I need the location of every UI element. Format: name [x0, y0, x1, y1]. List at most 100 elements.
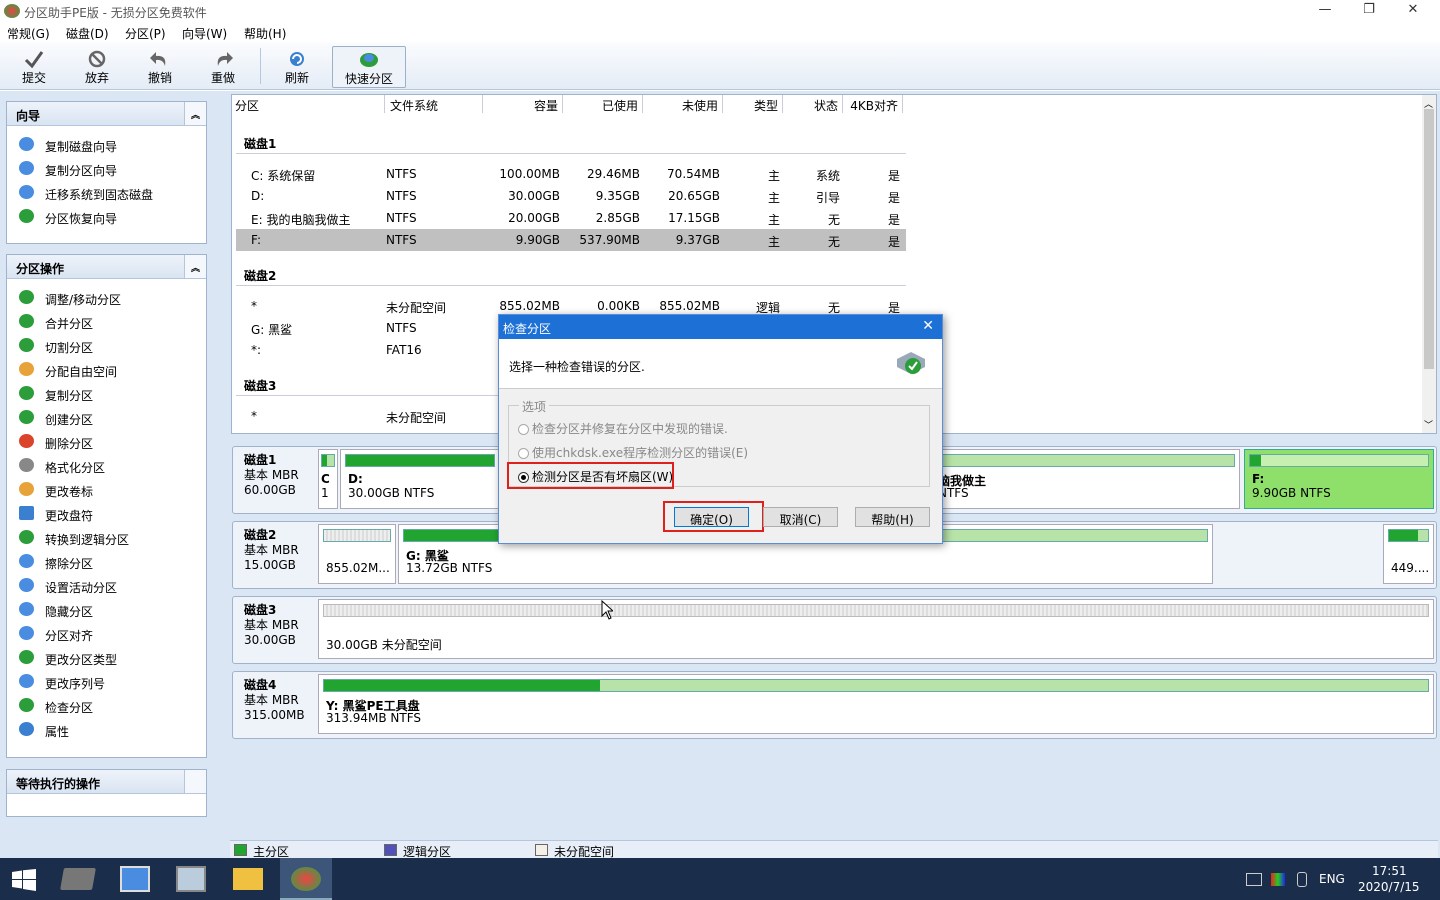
commit-button[interactable]: 提交	[6, 46, 62, 88]
col-header[interactable]: 状态	[783, 95, 843, 113]
merge-icon	[19, 314, 34, 328]
cell: NTFS	[386, 189, 417, 203]
computer-icon[interactable]	[120, 866, 150, 892]
redo-button[interactable]: 重做	[195, 46, 251, 88]
col-header[interactable]: 类型	[723, 95, 783, 113]
partition-label: F:	[1252, 472, 1265, 486]
dialog-close-icon[interactable]: ✕	[922, 318, 934, 334]
option-label: 使用chkdsk.exe程序检测分区的错误(E)	[532, 446, 749, 460]
window-title: 分区助手PE版 - 无损分区免费软件	[24, 6, 207, 20]
cell: 是	[887, 235, 900, 249]
quick-partition-icon	[360, 53, 378, 67]
quick-partition-button[interactable]: 快速分区	[332, 46, 406, 88]
cell: 无	[827, 235, 840, 249]
info-icon	[19, 722, 34, 736]
discard-button[interactable]: 放弃	[69, 46, 125, 88]
partition-block[interactable]: D: 30.00GB NTFS	[340, 449, 500, 509]
collapse-icon[interactable]	[184, 770, 206, 793]
keyboard-icon[interactable]	[176, 866, 206, 892]
op-serial[interactable]: 更改序列号	[7, 669, 206, 693]
windows-start-icon[interactable]	[12, 869, 36, 891]
help-button[interactable]: 帮助(H)	[855, 507, 930, 527]
table-row[interactable]: E: 我的电脑我做主 NTFS 20.00GB 2.85GB 17.15GB 主 无 是	[236, 207, 906, 229]
cancel-button[interactable]: 取消(C)	[763, 507, 838, 527]
partition-block[interactable]: 脑我做主 NTFS	[930, 449, 1240, 509]
menu-disk[interactable]: 磁盘(D)	[66, 25, 109, 42]
wizard-item-recover[interactable]: 分区恢复向导	[7, 204, 206, 228]
op-align[interactable]: 分区对齐	[7, 621, 206, 645]
op-hide[interactable]: 隐藏分区	[7, 597, 206, 621]
menu-partition[interactable]: 分区(P)	[125, 25, 166, 42]
op-delete[interactable]: 删除分区	[7, 429, 206, 453]
op-merge[interactable]: 合并分区	[7, 309, 206, 333]
partition-block-selected[interactable]: F: 9.90GB NTFS	[1244, 449, 1434, 509]
scroll-down-icon[interactable]: ﹀	[1424, 418, 1433, 431]
disk-map-disk3[interactable]: 磁盘3 基本 MBR 30.00GB 30.00GB 未分配空间	[232, 596, 1437, 664]
display-icon[interactable]	[1271, 873, 1285, 886]
network-icon[interactable]	[1246, 873, 1262, 886]
collapse-icon[interactable]: ︽	[184, 102, 206, 125]
partition-assistant-taskbar-button[interactable]	[280, 858, 332, 900]
copy-icon	[19, 386, 34, 400]
restore-button[interactable]: ❐	[1346, 2, 1392, 20]
partition-block[interactable]: C1	[318, 449, 338, 509]
language-indicator[interactable]: ENG	[1319, 872, 1345, 886]
disk-icon	[19, 185, 34, 199]
partition-block[interactable]: 449....	[1383, 524, 1434, 584]
partition-block[interactable]: 30.00GB 未分配空间	[318, 599, 1434, 659]
table-scrollbar[interactable]: ︿ ﹀	[1422, 95, 1436, 433]
table-row[interactable]: D: NTFS 30.00GB 9.35GB 20.65GB 主 引导 是	[236, 185, 906, 207]
col-header[interactable]: 容量	[483, 95, 563, 113]
partition-block[interactable]: 855.02M...	[318, 524, 396, 584]
wizard-item-label: 复制磁盘向导	[45, 140, 118, 154]
wizard-item-migrate-os[interactable]: 迁移系统到固态磁盘	[7, 180, 206, 204]
undo-button[interactable]: 撤销	[132, 46, 188, 88]
menu-wizard[interactable]: 向导(W)	[182, 25, 227, 42]
op-drive-letter[interactable]: 更改盘符	[7, 501, 206, 525]
minimize-button[interactable]: —	[1302, 2, 1348, 20]
col-header[interactable]: 分区	[235, 95, 385, 113]
clock-date[interactable]: 2020/7/15	[1358, 880, 1420, 894]
col-header[interactable]: 未使用	[643, 95, 723, 113]
table-row[interactable]: C: 系统保留 NTFS 100.00MB 29.46MB 70.54MB 主 系统 是	[236, 163, 906, 185]
close-button[interactable]: ✕	[1390, 2, 1436, 20]
clock-time[interactable]: 17:51	[1372, 864, 1407, 878]
scroll-thumb[interactable]	[1424, 109, 1434, 369]
option-chkdsk[interactable]: 使用chkdsk.exe程序检测分区的错误(E)	[518, 444, 748, 461]
menu-general[interactable]: 常规(G)	[7, 25, 50, 42]
op-resize[interactable]: 调整/移动分区	[7, 285, 206, 309]
cell: 537.90MB	[579, 233, 640, 247]
disk-tool-icon[interactable]	[60, 868, 96, 890]
col-header[interactable]: 已使用	[563, 95, 643, 113]
table-row-selected[interactable]: F: NTFS 9.90GB 537.90MB 9.37GB 主 无 是	[236, 229, 906, 251]
usb-icon[interactable]	[1297, 872, 1307, 887]
wizard-item-label: 分区恢复向导	[45, 212, 118, 226]
disk-map-disk4[interactable]: 磁盘4 基本 MBR 315.00MB Y: 黑鲨PE工具盘 313.94MB NTF…	[232, 671, 1437, 739]
refresh-button[interactable]: 刷新	[269, 46, 325, 88]
col-header[interactable]: 文件系统	[390, 95, 483, 113]
partition-block[interactable]: Y: 黑鲨PE工具盘 313.94MB NTFS	[318, 674, 1434, 734]
op-label-change[interactable]: 更改卷标	[7, 477, 206, 501]
op-wipe[interactable]: 擦除分区	[7, 549, 206, 573]
op-split[interactable]: 切割分区	[7, 333, 206, 357]
highlight-box	[663, 501, 764, 532]
wizard-item-label: 迁移系统到固态磁盘	[45, 188, 154, 202]
op-check[interactable]: 检查分区	[7, 693, 206, 717]
op-change-type[interactable]: 更改分区类型	[7, 645, 206, 669]
op-to-logical[interactable]: 转换到逻辑分区	[7, 525, 206, 549]
file-explorer-icon[interactable]	[233, 868, 263, 890]
divider	[236, 153, 906, 154]
op-create[interactable]: 创建分区	[7, 405, 206, 429]
op-properties[interactable]: 属性	[7, 717, 206, 741]
collapse-icon[interactable]: ︽	[184, 255, 206, 278]
op-allocate[interactable]: 分配自由空间	[7, 357, 206, 381]
wizard-item-copy-partition[interactable]: 复制分区向导	[7, 156, 206, 180]
op-copy[interactable]: 复制分区	[7, 381, 206, 405]
menu-help[interactable]: 帮助(H)	[244, 25, 286, 42]
col-header[interactable]: 4KB对齐	[843, 95, 903, 113]
wizard-item-copy-disk[interactable]: 复制磁盘向导	[7, 132, 206, 156]
op-set-active[interactable]: 设置活动分区	[7, 573, 206, 597]
quick-partition-label: 快速分区	[344, 72, 393, 86]
option-repair[interactable]: 检查分区并修复在分区中发现的错误.	[518, 420, 728, 437]
op-format[interactable]: 格式化分区	[7, 453, 206, 477]
